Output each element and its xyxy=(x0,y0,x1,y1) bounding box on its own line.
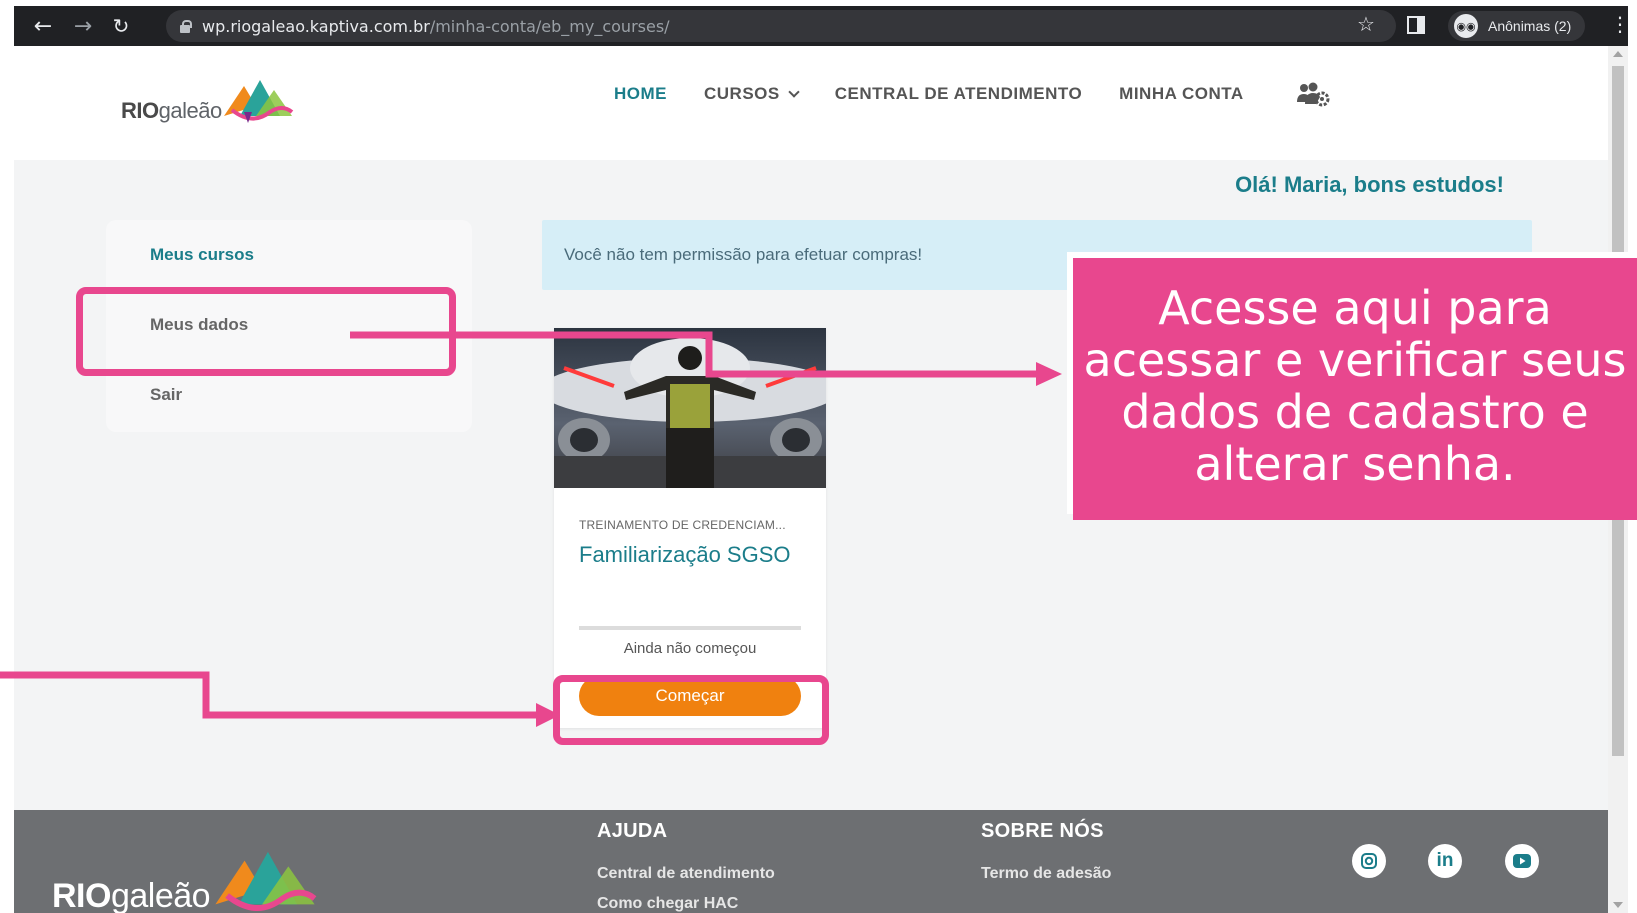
footer-heading-sobre: SOBRE NÓS xyxy=(981,820,1104,842)
footer-heading-ajuda: AJUDA xyxy=(597,820,668,842)
footer-col-ajuda: AJUDA Central de atendimento Como chegar… xyxy=(597,820,775,913)
footer-col-sobre: SOBRE NÓS Termo de adesão xyxy=(981,820,1111,883)
course-status: Ainda não começou xyxy=(623,640,757,657)
lock-icon xyxy=(180,19,192,33)
course-thumbnail xyxy=(554,328,826,488)
users-settings-icon[interactable] xyxy=(1296,82,1330,108)
address-bar[interactable]: wp.riogaleao.kaptiva.com.br/minha-conta/… xyxy=(166,10,1396,42)
incognito-icon: ◉◉ xyxy=(1454,14,1478,38)
browser-menu-icon[interactable]: ⋮ xyxy=(1610,12,1630,36)
youtube-icon[interactable] xyxy=(1505,844,1539,878)
footer-logo-mark-icon xyxy=(215,851,317,911)
bookmark-star-icon[interactable]: ☆ xyxy=(1357,12,1375,36)
main-nav: HOME CURSOS CENTRAL DE ATENDIMENTO MINHA… xyxy=(614,84,1244,104)
logo-text: RIOgaleão xyxy=(121,98,222,123)
nav-central-atendimento[interactable]: CENTRAL DE ATENDIMENTO xyxy=(835,84,1082,104)
highlight-comecar xyxy=(553,675,829,745)
footer-logo-text: RIOgaleão xyxy=(52,877,211,913)
footer-link-como-chegar[interactable]: Como chegar HAC xyxy=(597,895,775,913)
footer-link-central[interactable]: Central de atendimento xyxy=(597,865,775,883)
scroll-up-arrow-icon[interactable] xyxy=(1613,51,1623,57)
site-logo[interactable]: RIOgaleão xyxy=(121,76,294,124)
linkedin-icon[interactable]: in xyxy=(1428,844,1462,878)
forward-arrow-icon[interactable]: → xyxy=(68,11,98,41)
nav-cursos[interactable]: CURSOS xyxy=(704,84,800,104)
course-progress-bar xyxy=(579,626,801,630)
profile-button[interactable]: ◉◉ Anônimas (2) xyxy=(1448,11,1586,41)
instagram-icon[interactable] xyxy=(1352,844,1386,878)
logo-mark-icon xyxy=(223,80,293,123)
url-text: wp.riogaleao.kaptiva.com.br/minha-conta/… xyxy=(202,16,670,36)
footer-link-termo[interactable]: Termo de adesão xyxy=(981,865,1111,883)
course-card[interactable]: TREINAMENTO DE CREDENCIAM... Familiariza… xyxy=(554,328,826,728)
back-arrow-icon[interactable]: ← xyxy=(28,11,58,41)
side-panel-icon[interactable] xyxy=(1407,16,1425,34)
browser-toolbar: ← → ↻ wp.riogaleao.kaptiva.com.br/minha-… xyxy=(14,6,1630,46)
site-footer: RIOgaleão AJUDA Central de atendimento C… xyxy=(14,810,1608,913)
scroll-down-arrow-icon[interactable] xyxy=(1613,902,1623,908)
nav-home[interactable]: HOME xyxy=(614,84,667,104)
site-header: RIOgaleão HOME CURSOS CENTRAL DE ATENDIM… xyxy=(14,46,1608,160)
footer-logo[interactable]: RIOgaleão xyxy=(52,846,320,913)
nav-minha-conta[interactable]: MINHA CONTA xyxy=(1119,84,1243,104)
greeting-text: Olá! Maria, bons estudos! xyxy=(1235,172,1504,197)
chevron-down-icon xyxy=(788,86,800,98)
course-title[interactable]: Familiarização SGSO xyxy=(579,542,791,568)
course-category: TREINAMENTO DE CREDENCIAM... xyxy=(579,518,786,532)
profile-label: Anônimas (2) xyxy=(1488,18,1572,34)
reload-icon[interactable]: ↻ xyxy=(106,11,136,41)
highlight-meus-dados xyxy=(76,287,456,376)
annotation-callout: Acesse aqui para acessar e verificar seu… xyxy=(1073,258,1637,520)
menu-item-meus-cursos[interactable]: Meus cursos xyxy=(106,220,472,290)
